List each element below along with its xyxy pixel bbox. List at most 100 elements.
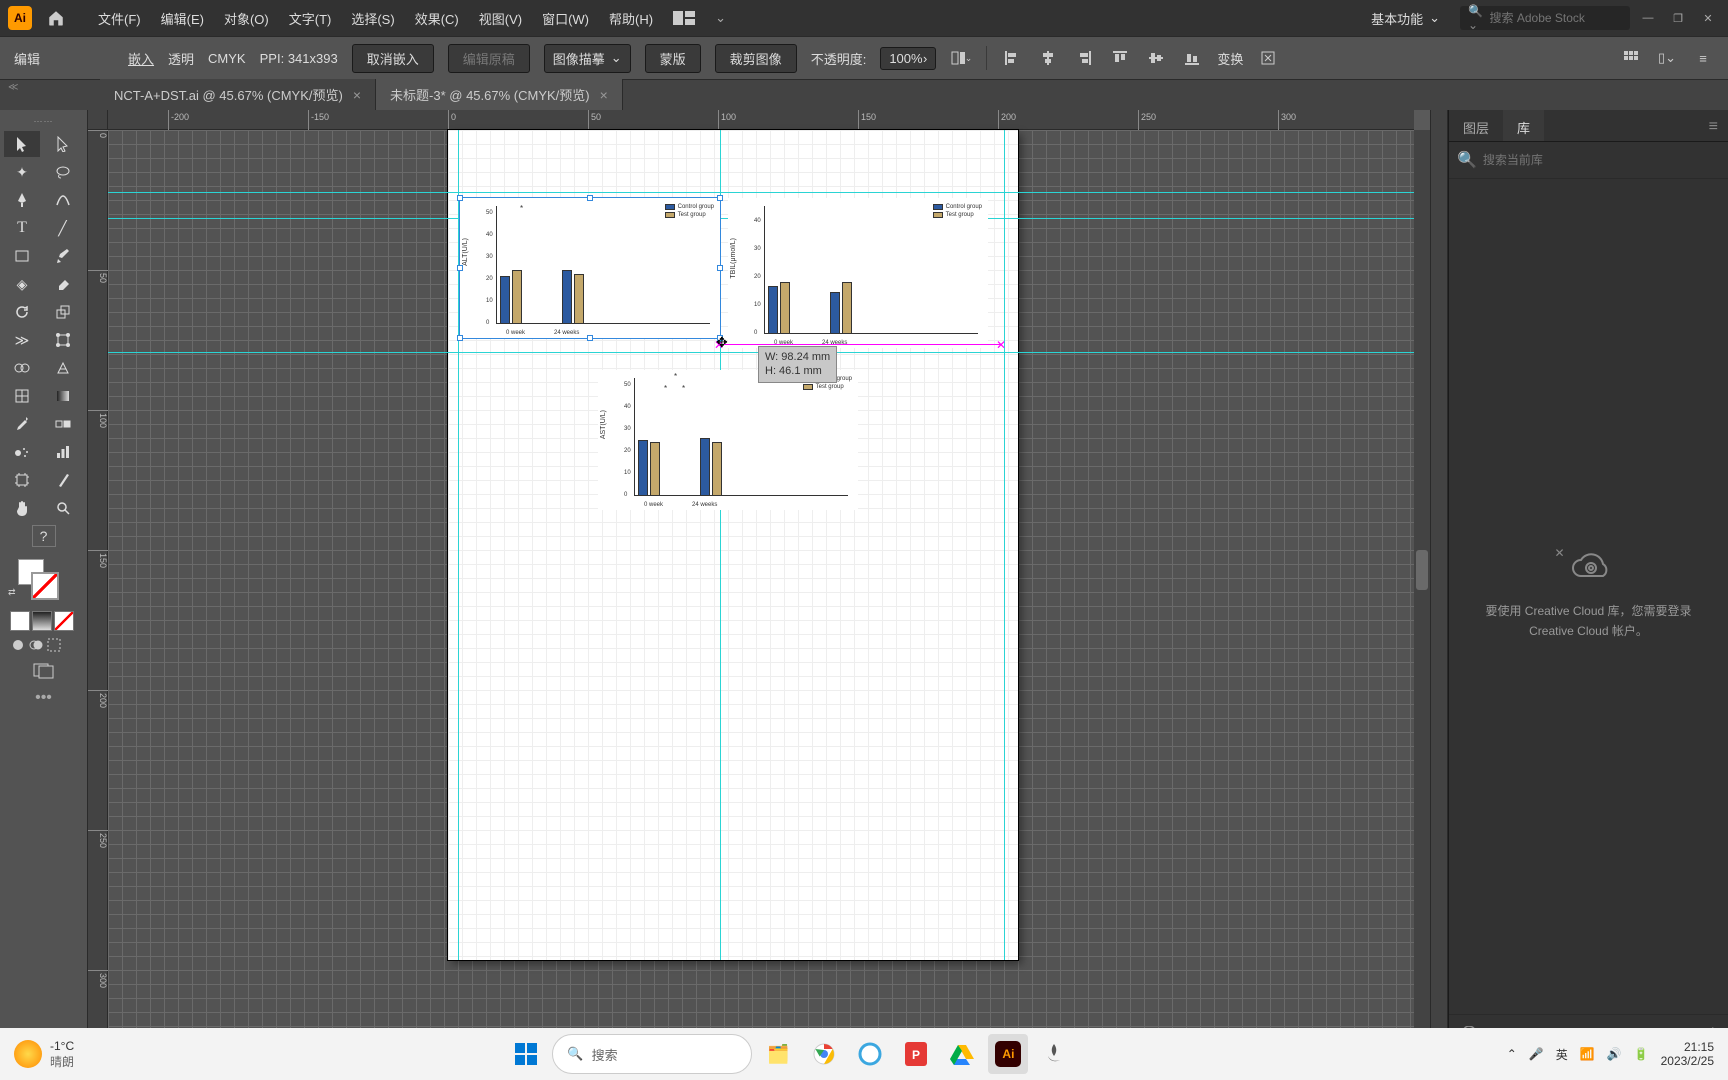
taskbar-weather[interactable]: -1°C 晴朗 xyxy=(14,1039,74,1070)
hand-tool-icon[interactable] xyxy=(4,495,40,521)
menu-effect[interactable]: 效果(C) xyxy=(405,9,469,28)
lasso-tool-icon[interactable] xyxy=(45,159,81,185)
mesh-tool-icon[interactable] xyxy=(4,383,40,409)
panel-menu-icon[interactable]: ≡ xyxy=(1692,47,1714,69)
edit-toolbar-icon[interactable]: ? xyxy=(32,525,56,547)
stock-search-input[interactable] xyxy=(1490,11,1622,25)
tray-chevron-icon[interactable]: ⌃ xyxy=(1507,1047,1517,1061)
close-tab-icon[interactable]: × xyxy=(353,87,361,103)
swap-fill-stroke-icon[interactable]: ⇄ xyxy=(8,587,16,598)
pen-tool-icon[interactable] xyxy=(4,187,40,213)
eyedropper-tool-icon[interactable] xyxy=(4,411,40,437)
align-right-icon[interactable] xyxy=(1073,47,1095,69)
menu-select[interactable]: 选择(S) xyxy=(341,9,404,28)
magic-wand-tool-icon[interactable]: ✦ xyxy=(4,159,40,185)
width-tool-icon[interactable]: ≫ xyxy=(4,327,40,353)
draw-inside-icon[interactable] xyxy=(46,637,62,653)
tray-ime[interactable]: 英 xyxy=(1556,1046,1568,1063)
ruler-vertical[interactable]: 0 50 100 150 200 250 300 xyxy=(88,130,108,1034)
guide-vertical[interactable] xyxy=(720,130,721,960)
placed-image-tbil-chart[interactable]: TBIL(μmol/L) 0 10 20 30 40 0 week 24 wee… xyxy=(728,198,988,348)
shape-builder-tool-icon[interactable] xyxy=(4,355,40,381)
perspective-tool-icon[interactable] xyxy=(45,355,81,381)
guide-vertical[interactable] xyxy=(458,130,459,960)
draw-behind-icon[interactable] xyxy=(28,637,44,653)
scrollbar-vertical[interactable] xyxy=(1414,130,1430,1034)
more-tools-icon[interactable]: ••• xyxy=(4,689,83,707)
draw-normal-icon[interactable] xyxy=(10,637,26,653)
flip-dropdown-icon[interactable]: ⌄ xyxy=(950,47,972,69)
slice-tool-icon[interactable] xyxy=(45,467,81,493)
taskbar-folder-icon[interactable]: 🗂️ xyxy=(758,1034,798,1074)
image-trace-dropdown[interactable]: 图像描摹⌄ xyxy=(544,44,631,73)
menu-file[interactable]: 文件(F) xyxy=(88,9,151,28)
stroke-swatch[interactable] xyxy=(32,573,58,599)
paintbrush-tool-icon[interactable] xyxy=(45,243,81,269)
fill-stroke-swatch[interactable]: ⇄ xyxy=(4,557,83,607)
guide-vertical[interactable] xyxy=(1004,130,1005,960)
align-menu-icon[interactable]: ▯⌄ xyxy=(1656,47,1678,69)
free-transform-tool-icon[interactable] xyxy=(45,327,81,353)
tray-volume-icon[interactable]: 🔊 xyxy=(1607,1047,1622,1061)
expand-panels-icon[interactable]: ≪ xyxy=(8,82,18,93)
embed-label[interactable]: 嵌入 xyxy=(128,49,154,68)
library-search[interactable]: 🔍 xyxy=(1449,142,1728,179)
panel-menu-icon[interactable]: ≡ xyxy=(1699,110,1728,141)
maximize-icon[interactable]: ❐ xyxy=(1666,8,1690,28)
taskbar-drive-icon[interactable] xyxy=(942,1034,982,1074)
taskbar-app2-icon[interactable] xyxy=(1034,1034,1074,1074)
chevron-down-icon[interactable]: ⌄ xyxy=(705,10,736,26)
scale-tool-icon[interactable] xyxy=(45,299,81,325)
isolate-icon[interactable] xyxy=(1257,47,1279,69)
none-swatch[interactable] xyxy=(54,611,74,631)
taskbar-chrome-icon[interactable] xyxy=(804,1034,844,1074)
tray-mic-icon[interactable]: 🎤 xyxy=(1529,1047,1544,1061)
panel-tab-libraries[interactable]: 库 xyxy=(1503,110,1544,141)
home-icon[interactable] xyxy=(44,6,68,30)
gradient-tool-icon[interactable] xyxy=(45,383,81,409)
library-search-input[interactable] xyxy=(1483,153,1720,167)
panel-tab-layers[interactable]: 图层 xyxy=(1449,110,1503,141)
taskbar-search[interactable]: 🔍 搜索 xyxy=(552,1034,752,1074)
type-tool-icon[interactable]: T xyxy=(4,215,40,241)
grid-view-icon[interactable] xyxy=(1620,47,1642,69)
viewport[interactable]: ALT(U/L) 0 10 20 30 40 50 * 0 week 24 we… xyxy=(108,130,1414,1034)
ruler-origin[interactable] xyxy=(88,110,108,130)
artboard-tool-icon[interactable] xyxy=(4,467,40,493)
ruler-horizontal[interactable]: -200 -150 0 50 100 150 200 250 300 xyxy=(108,110,1414,130)
placed-image-ast-chart[interactable]: AST(U/L) 0 10 20 30 40 50 * * * 0 week 2… xyxy=(598,370,858,510)
selection-tool-icon[interactable] xyxy=(4,131,40,157)
tray-wifi-icon[interactable]: 📶 xyxy=(1580,1047,1595,1061)
transform-label[interactable]: 变换 xyxy=(1217,49,1243,68)
stock-search[interactable]: 🔍⌄ xyxy=(1460,6,1630,30)
menu-window[interactable]: 窗口(W) xyxy=(532,9,599,28)
close-icon[interactable]: ✕ xyxy=(1696,8,1720,28)
scrollbar-thumb[interactable] xyxy=(1416,550,1428,590)
unembed-button[interactable]: 取消嵌入 xyxy=(352,44,434,73)
taskbar-pdf-icon[interactable]: P xyxy=(896,1034,936,1074)
color-swatch[interactable] xyxy=(10,611,30,631)
line-tool-icon[interactable]: ╱ xyxy=(45,215,81,241)
workspace-switcher[interactable]: 基本功能 ⌄ xyxy=(1359,9,1452,28)
shaper-tool-icon[interactable]: ◈ xyxy=(4,271,40,297)
opacity-field[interactable]: 100%› xyxy=(880,47,936,70)
menu-view[interactable]: 视图(V) xyxy=(469,9,532,28)
rectangle-tool-icon[interactable] xyxy=(4,243,40,269)
menu-object[interactable]: 对象(O) xyxy=(214,9,279,28)
guide-horizontal[interactable] xyxy=(108,192,1414,193)
start-icon[interactable] xyxy=(506,1034,546,1074)
screen-mode-icon[interactable] xyxy=(4,663,83,679)
align-hcenter-icon[interactable] xyxy=(1037,47,1059,69)
zoom-tool-icon[interactable] xyxy=(45,495,81,521)
mask-button[interactable]: 蒙版 xyxy=(645,44,701,73)
curvature-tool-icon[interactable] xyxy=(45,187,81,213)
close-tab-icon[interactable]: × xyxy=(600,87,608,103)
collapsed-panel-strip[interactable] xyxy=(1430,110,1448,1050)
placed-image-alt-chart[interactable]: ALT(U/L) 0 10 20 30 40 50 * 0 week 24 we… xyxy=(460,198,720,338)
direct-selection-tool-icon[interactable] xyxy=(45,131,81,157)
doc-tab-2[interactable]: 未标题-3* @ 45.67% (CMYK/预览) × xyxy=(376,79,623,110)
arrange-docs-icon[interactable] xyxy=(663,11,705,25)
crop-button[interactable]: 裁剪图像 xyxy=(715,44,797,73)
doc-tab-1[interactable]: NCT-A+DST.ai @ 45.67% (CMYK/预览) × xyxy=(100,79,376,110)
eraser-tool-icon[interactable] xyxy=(45,271,81,297)
